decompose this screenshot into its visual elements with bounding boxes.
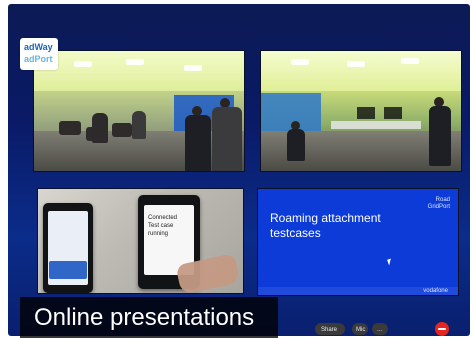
lab-desk — [331, 121, 421, 129]
standing-person — [212, 107, 242, 171]
standing-person — [429, 106, 451, 166]
seat — [59, 121, 81, 135]
monitor-on-desk — [384, 107, 402, 119]
ceiling — [34, 51, 244, 91]
ceiling-lamp — [347, 61, 365, 67]
ceiling-lamp — [291, 59, 309, 65]
photo-frame: Connected Test case running Road GridPor… — [0, 0, 473, 339]
caption-overlay: Online presentations — [20, 297, 278, 338]
mouse-cursor-icon — [387, 258, 393, 266]
logo-text-line2: adPort — [24, 54, 53, 64]
video-tile-phones[interactable]: Connected Test case running — [37, 188, 244, 294]
event-logo-badge: adWay adPort — [20, 38, 58, 70]
video-tile-audience[interactable] — [33, 50, 245, 172]
slide-title-line1: Roaming attachment — [270, 211, 381, 225]
ceiling-lamp — [126, 59, 144, 65]
mic-icon: Mic — [356, 327, 366, 333]
share-button[interactable]: Share — [315, 323, 345, 335]
ceiling — [261, 51, 461, 91]
video-tile-slide[interactable]: Road GridPort Roaming attachment testcas… — [257, 188, 459, 296]
seated-person — [287, 129, 305, 161]
seated-person — [132, 111, 146, 139]
end-call-icon[interactable] — [435, 322, 449, 336]
more-button[interactable]: ... — [372, 323, 388, 335]
standing-person — [185, 115, 211, 171]
seated-person — [92, 113, 108, 143]
ceiling-lamp — [184, 65, 202, 71]
slide-logo-line1: Road — [435, 197, 450, 203]
seat — [112, 123, 132, 137]
video-tile-lab[interactable] — [260, 50, 462, 172]
phone-screen-text: Connected — [148, 215, 178, 221]
slide-title: Roaming attachment testcases — [270, 211, 440, 241]
logo-text-line1: adWay — [24, 42, 53, 52]
ceiling-lamp — [401, 58, 419, 64]
monitor-on-desk — [357, 107, 375, 119]
slide-logo: Road GridPort — [428, 197, 450, 210]
phone-screen-text: Test case — [148, 223, 174, 229]
share-label: Share — [321, 327, 338, 333]
slide-logo-line2: GridPort — [427, 203, 450, 210]
ceiling-lamp — [74, 61, 92, 67]
meeting-toolbar: Share Mic ... — [260, 322, 455, 336]
phone-device — [43, 203, 93, 293]
caption-text: Online presentations — [34, 304, 255, 331]
mic-button[interactable]: Mic — [352, 323, 368, 335]
more-icon: ... — [377, 327, 383, 333]
phone-keypad — [49, 261, 87, 279]
phone-screen-text: running — [148, 231, 169, 237]
slide-brand: vodafone — [423, 288, 448, 294]
slide-title-line2: testcases — [270, 226, 321, 240]
